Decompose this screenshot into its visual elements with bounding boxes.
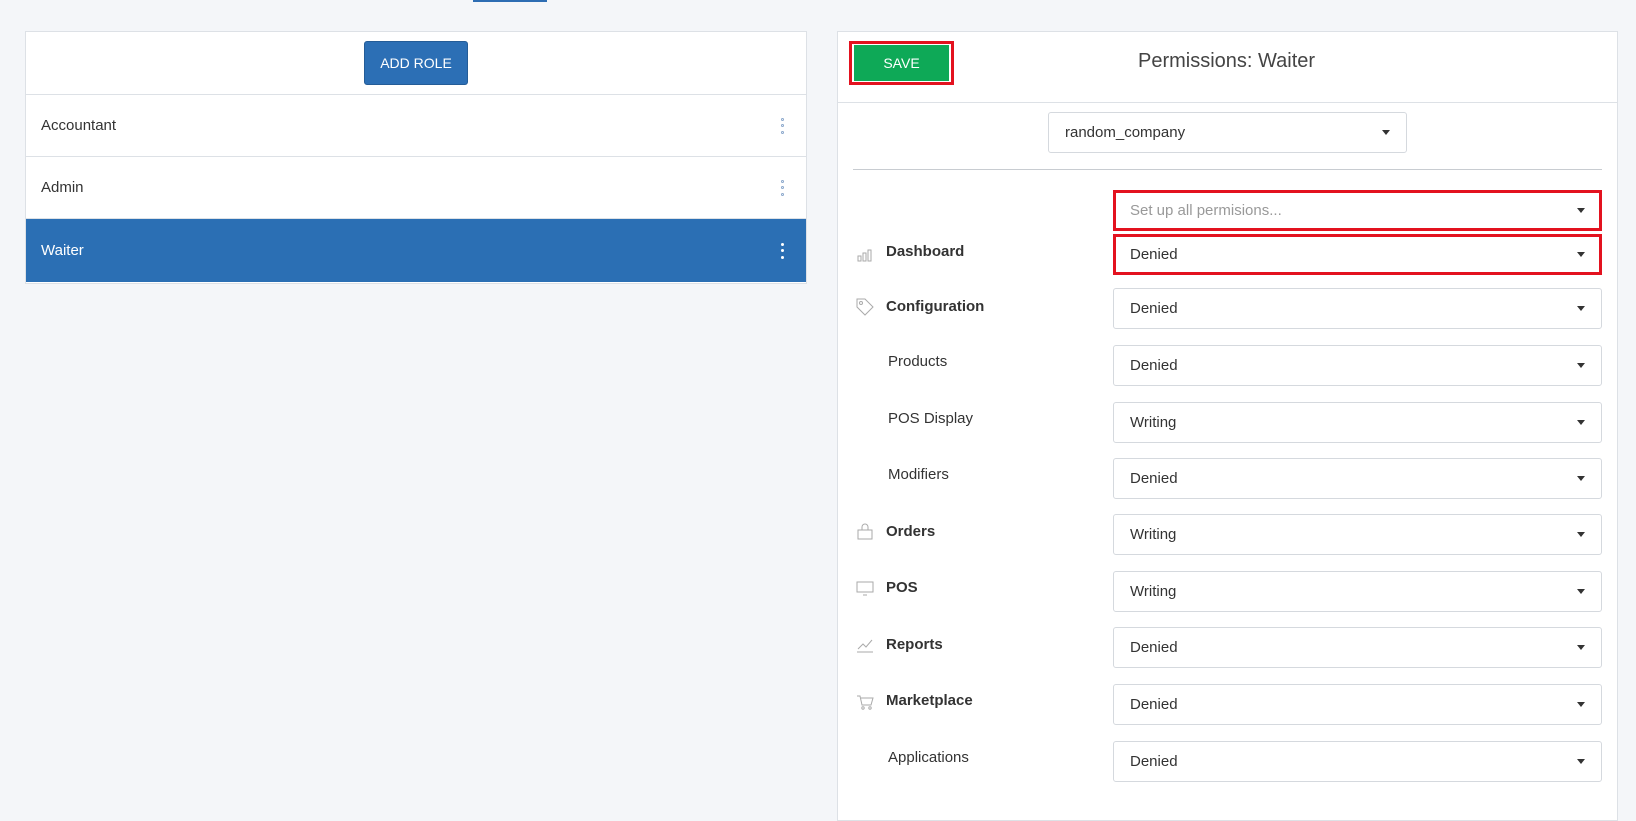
tag-icon	[856, 298, 874, 316]
perm-value: Writing	[1130, 583, 1177, 600]
role-name: Admin	[41, 179, 84, 196]
perm-label-orders: Orders	[886, 523, 936, 540]
perm-label-products: Products	[888, 353, 948, 370]
roles-header: ADD ROLE	[26, 32, 806, 95]
chevron-down-icon	[1577, 363, 1585, 368]
reports-icon	[857, 639, 873, 653]
company-select[interactable]: random_company	[1048, 112, 1407, 153]
perm-value: Denied	[1130, 470, 1178, 487]
active-tab-indicator	[473, 0, 547, 2]
perm-label-reports: Reports	[886, 636, 943, 653]
perm-select-configuration[interactable]: Denied	[1113, 288, 1602, 329]
perm-label-modifiers: Modifiers	[888, 466, 949, 483]
chevron-down-icon	[1382, 130, 1390, 135]
role-item-accountant[interactable]: Accountant	[26, 95, 806, 157]
chevron-down-icon	[1577, 252, 1585, 257]
kebab-menu-icon[interactable]	[777, 117, 787, 134]
perm-label-pos-display: POS Display	[888, 410, 974, 427]
chevron-down-icon	[1577, 759, 1585, 764]
permissions-header: SAVE Permissions: Waiter	[838, 32, 1617, 103]
perm-value: Denied	[1130, 696, 1178, 713]
perm-value: Denied	[1130, 300, 1178, 317]
roles-panel: ADD ROLE Accountant Admin Waiter	[25, 31, 807, 284]
permissions-panel: SAVE Permissions: Waiter random_company …	[837, 31, 1618, 821]
perm-select-dashboard[interactable]: Denied	[1113, 234, 1602, 275]
perm-label-marketplace: Marketplace	[886, 692, 973, 709]
perm-select-modifiers[interactable]: Denied	[1113, 458, 1602, 499]
role-item-admin[interactable]: Admin	[26, 157, 806, 219]
chevron-down-icon	[1577, 306, 1585, 311]
set-all-placeholder: Set up all permisions...	[1130, 202, 1282, 219]
chevron-down-icon	[1577, 702, 1585, 707]
perm-select-marketplace[interactable]: Denied	[1113, 684, 1602, 725]
perm-value: Denied	[1130, 246, 1178, 263]
role-name: Accountant	[41, 117, 117, 134]
perm-label-pos: POS	[886, 579, 918, 596]
perm-label-applications: Applications	[888, 749, 969, 766]
kebab-menu-icon[interactable]	[777, 179, 787, 196]
divider	[853, 169, 1602, 170]
company-select-value: random_company	[1065, 124, 1186, 141]
perm-value: Denied	[1130, 753, 1178, 770]
orders-icon	[857, 523, 873, 540]
perm-value: Denied	[1130, 639, 1178, 656]
add-role-button[interactable]: ADD ROLE	[364, 41, 468, 85]
perm-select-pos-display[interactable]: Writing	[1113, 402, 1602, 443]
role-item-waiter[interactable]: Waiter	[26, 219, 806, 282]
perm-select-pos[interactable]: Writing	[1113, 571, 1602, 612]
page-title: Permissions: Waiter	[1138, 50, 1316, 72]
perm-select-applications[interactable]: Denied	[1113, 741, 1602, 782]
chevron-down-icon	[1577, 589, 1585, 594]
perm-label-dashboard: Dashboard	[886, 243, 965, 260]
set-all-permissions-select[interactable]: Set up all permisions...	[1113, 190, 1602, 231]
perm-select-orders[interactable]: Writing	[1113, 514, 1602, 555]
perm-value: Writing	[1130, 414, 1177, 431]
perm-value: Denied	[1130, 357, 1178, 374]
chevron-down-icon	[1577, 532, 1585, 537]
perm-label-configuration: Configuration	[886, 298, 985, 315]
perm-value: Writing	[1130, 526, 1177, 543]
save-button[interactable]: SAVE	[854, 45, 949, 81]
cart-icon	[857, 695, 874, 710]
chevron-down-icon	[1577, 420, 1585, 425]
pos-icon	[856, 581, 874, 596]
chevron-down-icon	[1577, 645, 1585, 650]
chevron-down-icon	[1577, 476, 1585, 481]
role-name: Waiter	[41, 242, 84, 259]
chevron-down-icon	[1577, 208, 1585, 213]
dashboard-icon	[857, 249, 872, 262]
perm-select-products[interactable]: Denied	[1113, 345, 1602, 386]
save-highlight-box: SAVE	[849, 41, 954, 85]
perm-select-reports[interactable]: Denied	[1113, 627, 1602, 668]
kebab-menu-icon[interactable]	[777, 242, 787, 259]
